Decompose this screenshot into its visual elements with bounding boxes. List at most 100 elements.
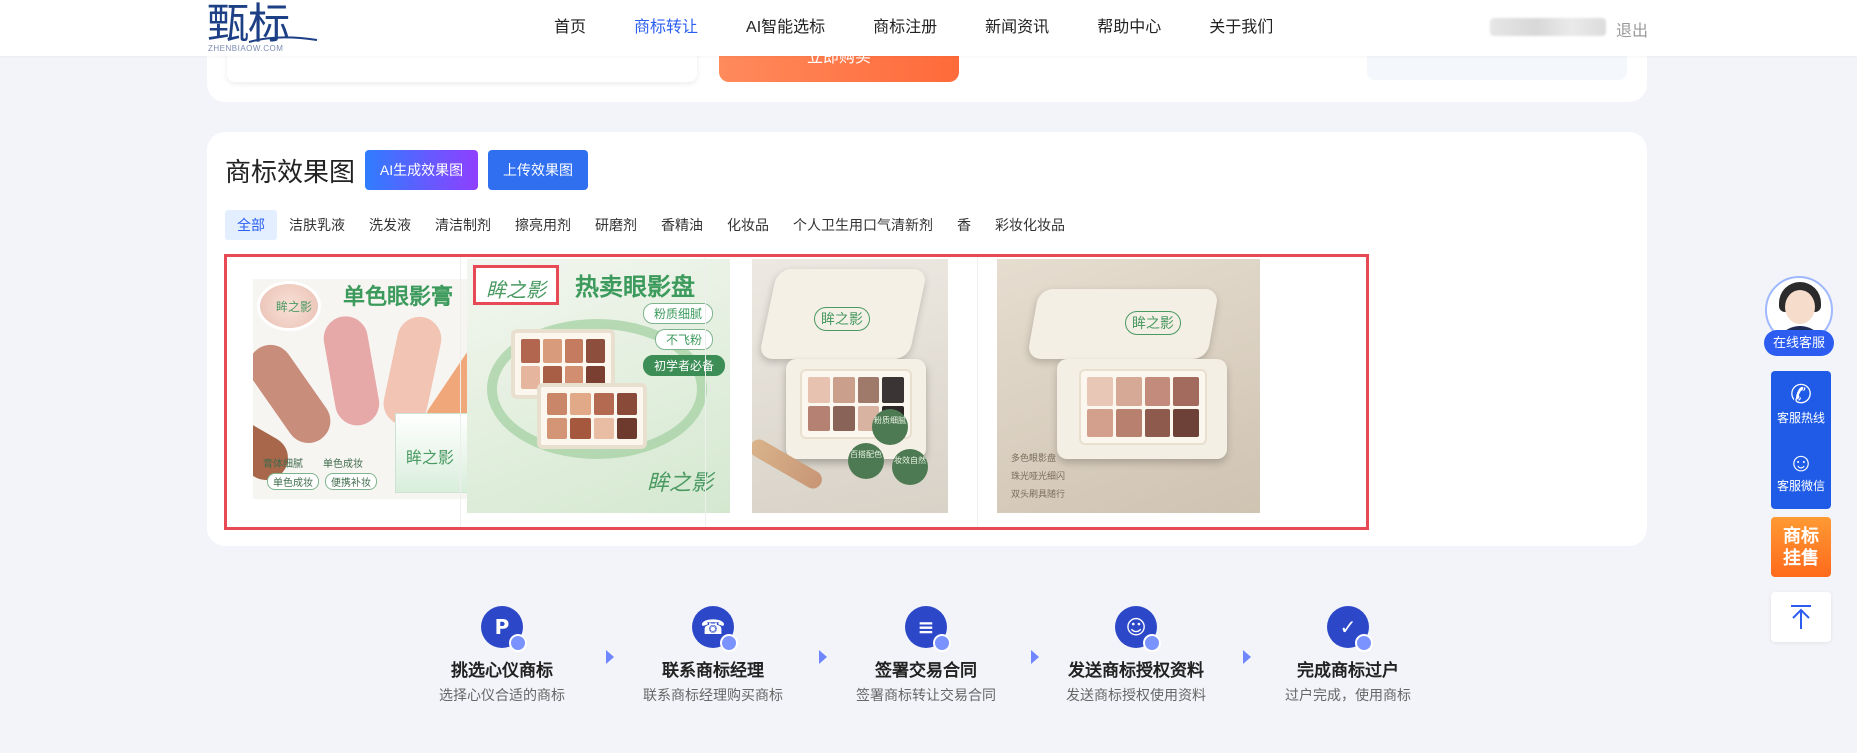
nav-about[interactable]: 关于我们: [1185, 0, 1297, 56]
trademark-p-icon: P: [481, 606, 527, 652]
brand-mark: 眸之影: [486, 280, 546, 302]
category-cleansing-lotion[interactable]: 洁肤乳液: [277, 210, 357, 240]
image-2-title: 热卖眼影盘: [575, 274, 695, 301]
step-sign-contract: ≡ 签署交易合同 签署商标转让交易合同: [826, 606, 1026, 705]
logo-subtext: ZHENBIAOW.COM: [208, 44, 284, 53]
wechat-icon: ☺: [1787, 447, 1815, 477]
logo-swoosh-icon: [248, 36, 318, 43]
manager-phone-icon: ☎: [692, 606, 738, 652]
thumb-divider: [977, 257, 978, 527]
box-brand: 眸之影: [406, 450, 455, 467]
step-subtitle: 选择心仪合适的商标: [439, 687, 565, 703]
step-complete-transfer: ✓ 完成商标过户 过户完成，使用商标: [1248, 606, 1448, 705]
contract-document-icon: ≡: [905, 606, 951, 652]
category-essential-oils[interactable]: 香精油: [649, 210, 715, 240]
feature-circle: 百搭配色: [848, 443, 884, 479]
palette-pans: [1079, 369, 1207, 445]
lid-brand: 眸之影: [1125, 311, 1181, 335]
transfer-check-icon: ✓: [1327, 606, 1373, 652]
swatch: [320, 312, 383, 429]
feature-tag: 粉质细腻: [643, 303, 714, 324]
phone-icon: ✆: [1790, 379, 1812, 409]
category-cleaning-preparations[interactable]: 清洁制剂: [423, 210, 503, 240]
step-subtitle: 联系商标经理购买商标: [643, 687, 783, 703]
site-logo[interactable]: 甄标 ZHENBIAOW.COM: [207, 2, 318, 54]
step-subtitle: 发送商标授权使用资料: [1066, 687, 1206, 703]
wechat-label: 客服微信: [1776, 479, 1825, 493]
nav-ai-select[interactable]: AI智能选标: [722, 0, 849, 56]
category-shampoo[interactable]: 洗发液: [357, 210, 423, 240]
feature-text: 多色眼影盘: [1011, 453, 1057, 463]
step-subtitle: 过户完成，使用商标: [1285, 687, 1411, 703]
category-all[interactable]: 全部: [225, 210, 277, 240]
jar-brand: 眸之影: [276, 300, 313, 314]
main-nav: 首页 商标转让 AI智能选标 商标注册 新闻资讯 帮助中心 关于我们: [530, 0, 1297, 56]
nav-trademark-register[interactable]: 商标注册: [849, 0, 961, 56]
service-panel: ✆ 客服热线 ☺ 客服微信: [1771, 371, 1831, 509]
cream-jar: 眸之影: [257, 281, 321, 331]
brand-mark-footer: 眸之影: [647, 470, 714, 495]
feature-text: 珠光哑光细闪: [1011, 471, 1066, 481]
back-to-top-button[interactable]: [1771, 592, 1831, 642]
trademark-effects-card: 商标效果图 AI生成效果图 上传效果图 全部 洁肤乳液 洗发液 清洁制剂 擦亮用…: [207, 132, 1647, 546]
thumb-divider: [705, 257, 706, 527]
palette-lid: [1026, 289, 1220, 359]
effect-image-2[interactable]: 眸之影 热卖眼影盘 粉质细腻 不飞粉 初学者必备 眸之影: [467, 259, 730, 513]
step-title: 联系商标经理: [662, 661, 764, 680]
feature-pill: 单色成妆: [267, 473, 319, 490]
user-name-blurred[interactable]: [1490, 18, 1606, 36]
step-send-authorization: ☺ 发送商标授权资料 发送商标授权使用资料: [1036, 606, 1236, 705]
effects-gallery: 眸之影 单色眼影膏 眸之影 膏体细腻 单色成妆 单色成妆 便携补妆 眸之影 热卖…: [224, 254, 1369, 530]
top-navbar: 甄标 ZHENBIAOW.COM 首页 商标转让 AI智能选标 商标注册 新闻资…: [0, 0, 1857, 56]
trademark-sale-button[interactable]: 商标 挂售: [1771, 517, 1831, 577]
online-service-button[interactable]: 在线客服: [1764, 330, 1834, 356]
category-breath-freshener[interactable]: 个人卫生用口气清新剂: [781, 210, 945, 240]
avatar-face: [1785, 290, 1815, 324]
effect-image-4[interactable]: 眸之影 多色眼影盘 珠光哑光细闪 双头刷具随行: [997, 259, 1260, 513]
step-contact-manager: ☎ 联系商标经理 联系商标经理购买商标: [613, 606, 813, 705]
ai-generate-button[interactable]: AI生成效果图: [365, 150, 478, 190]
category-incense[interactable]: 香: [945, 210, 983, 240]
category-abrasives[interactable]: 研磨剂: [583, 210, 649, 240]
step-title: 签署交易合同: [875, 661, 977, 680]
palette-case: [1057, 359, 1227, 459]
feature-text: 膏体细腻: [263, 459, 303, 470]
category-polishing-preparations[interactable]: 擦亮用剂: [503, 210, 583, 240]
category-filter: 全部 洁肤乳液 洗发液 清洁制剂 擦亮用剂 研磨剂 香精油 化妆品 个人卫生用口…: [225, 210, 1077, 240]
nav-help[interactable]: 帮助中心: [1073, 0, 1185, 56]
nav-home[interactable]: 首页: [530, 0, 610, 56]
hotline-label: 客服热线: [1776, 411, 1825, 425]
image-1-title: 单色眼影膏: [343, 284, 454, 309]
sale-label-line2: 挂售: [1783, 548, 1819, 568]
step-title: 挑选心仪商标: [451, 661, 553, 680]
step-subtitle: 签署商标转让交易合同: [856, 687, 996, 703]
step-title: 完成商标过户: [1297, 661, 1399, 680]
palette-bottom: [537, 383, 647, 449]
feature-text: 单色成妆: [323, 459, 363, 470]
logout-link[interactable]: 退出: [1616, 17, 1648, 41]
feature-circle: 粉质细腻: [872, 409, 908, 445]
arrow-up-icon: [1791, 605, 1811, 629]
nav-trademark-transfer[interactable]: 商标转让: [610, 0, 722, 56]
nav-news[interactable]: 新闻资讯: [961, 0, 1073, 56]
feature-tag: 初学者必备: [643, 355, 726, 376]
upload-effect-button[interactable]: 上传效果图: [488, 150, 588, 190]
product-box: 眸之影: [395, 413, 477, 493]
category-makeup[interactable]: 彩妆化妆品: [983, 210, 1077, 240]
feature-pill: 便携补妆: [325, 473, 377, 490]
effect-image-1[interactable]: 眸之影 单色眼影膏 眸之影 膏体细腻 单色成妆 单色成妆 便携补妆: [253, 279, 483, 499]
effect-image-3[interactable]: 眸之影 粉质细腻 百搭配色 妆效自然: [752, 259, 948, 513]
feature-text: 双头刷具随行: [1011, 489, 1066, 499]
palette-case: [786, 359, 926, 459]
lid-brand: 眸之影: [814, 307, 870, 331]
step-title: 发送商标授权资料: [1068, 661, 1204, 680]
step-select-trademark: P 挑选心仪商标 选择心仪合适的商标: [402, 606, 602, 705]
sale-label-line1: 商标: [1783, 526, 1819, 546]
thumb-divider: [460, 257, 461, 527]
hotline-button[interactable]: ✆ 客服热线: [1771, 379, 1831, 426]
feature-circle: 妆效自然: [892, 449, 928, 485]
section-title: 商标效果图: [225, 157, 356, 187]
brand-highlight-box: 眸之影: [473, 265, 559, 305]
category-cosmetics[interactable]: 化妆品: [715, 210, 781, 240]
wechat-button[interactable]: ☺ 客服微信: [1771, 447, 1831, 494]
